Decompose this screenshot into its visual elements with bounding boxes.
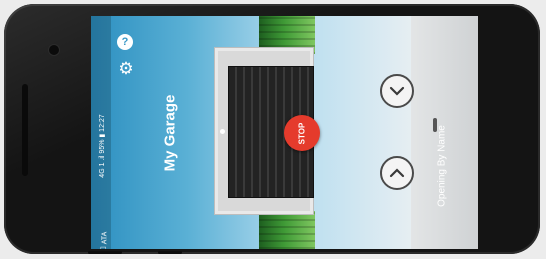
carrier-label: ATA (101, 231, 109, 245)
door-status-text: Opening By Name (436, 125, 448, 207)
battery-icon: ▭ (100, 245, 107, 249)
chevron-up-icon (389, 168, 405, 178)
app-screen: 4G 1 .il 95% ▮ 12:27 ? ⚙ My Garage ATA ▭… (91, 16, 478, 249)
status-bar-text: 4G 1 .il 95% ▮ 12:27 (99, 114, 106, 178)
front-camera (48, 44, 60, 56)
drag-handle[interactable] (433, 118, 437, 132)
chevron-down-icon (389, 86, 405, 96)
phone-device: 4G 1 .il 95% ▮ 12:27 ? ⚙ My Garage ATA ▭… (4, 4, 540, 254)
open-door-button[interactable] (380, 156, 414, 190)
stop-button[interactable]: STOP (284, 115, 320, 151)
help-icon[interactable]: ? (117, 34, 133, 50)
stop-label: STOP (297, 122, 307, 144)
earpiece-speaker (22, 84, 28, 176)
garage-handle (220, 129, 225, 134)
close-door-button[interactable] (380, 74, 414, 108)
side-button (158, 251, 182, 254)
page-title: My Garage (161, 94, 179, 172)
grass-bottom (259, 211, 315, 249)
gear-icon[interactable]: ⚙ (117, 60, 135, 78)
status-bar: 4G 1 .il 95% ▮ 12:27 (91, 16, 111, 249)
side-button (88, 251, 122, 254)
